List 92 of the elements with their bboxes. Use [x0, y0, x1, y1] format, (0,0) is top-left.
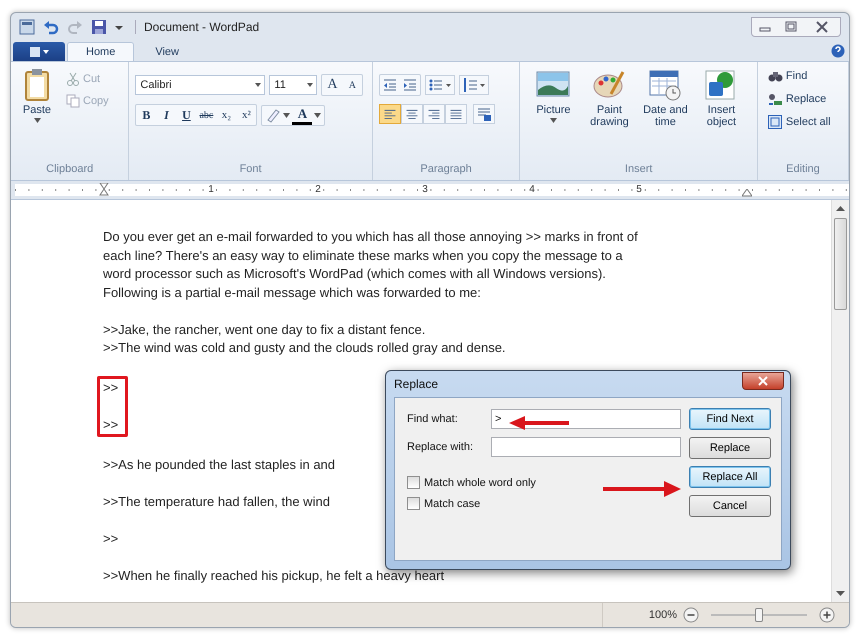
- input-field[interactable]: >: [491, 409, 681, 429]
- document-line: Following is a partial e-mail message which was forwarded to me:: [103, 284, 481, 302]
- document-line: >>Jake, the rancher, went one day to fix a distant fence.: [103, 320, 426, 339]
- ruler-number: 4: [529, 184, 535, 195]
- group-label: Editing: [785, 163, 821, 177]
- document-line: >>When he finally reached his pickup, he felt a heavy heart: [103, 566, 444, 585]
- superscript-button[interactable]: x²: [236, 105, 256, 125]
- document-line: word processor such as Microsoft's WordPad (which comes with all Windows versions).: [103, 265, 606, 283]
- document-line: >>: [103, 379, 118, 397]
- group-label: Insert: [624, 163, 654, 177]
- app-icon: [19, 19, 35, 35]
- scroll-thumb[interactable]: [834, 218, 847, 310]
- subscript-button[interactable]: x₂: [216, 105, 236, 125]
- underline-button[interactable]: U: [176, 105, 196, 125]
- paragraph-settings-icon[interactable]: [472, 104, 495, 124]
- ruler-number: 3: [422, 184, 428, 195]
- input-field[interactable]: [491, 437, 681, 457]
- scroll-up-icon[interactable]: [836, 204, 845, 212]
- document-line: >>: [103, 416, 118, 434]
- caret-icon[interactable]: [283, 112, 290, 118]
- help-icon[interactable]: [831, 44, 845, 58]
- clipboard-icon: [24, 68, 50, 102]
- undo-icon[interactable]: [43, 19, 59, 35]
- close-button[interactable]: [742, 372, 784, 390]
- insert-picture-button[interactable]: Picture: [526, 66, 580, 163]
- select-icon: [766, 114, 783, 130]
- highlighter-icon[interactable]: [265, 107, 282, 123]
- document-line: Do you ever get an e-mail forwarded to you which has all those annoying >> marks in front of: [103, 228, 638, 246]
- replace-icon: [766, 91, 783, 107]
- select-button[interactable]: Select all: [764, 112, 834, 132]
- group-label: Clipboard: [45, 163, 94, 177]
- checkbox-label: Match whole word only: [424, 476, 536, 488]
- zoom-level: 100%: [648, 609, 677, 621]
- zoom-in-icon[interactable]: [819, 607, 835, 623]
- pointer-arrow: [509, 415, 571, 431]
- align-justify-button[interactable]: [444, 104, 467, 124]
- align-center-button[interactable]: [400, 104, 423, 124]
- scrollbar[interactable]: [831, 200, 849, 602]
- shrink-font-button[interactable]: A: [342, 75, 362, 95]
- ruler-number: 5: [636, 184, 642, 195]
- replace-button[interactable]: Replace: [764, 89, 834, 109]
- insert-object-button[interactable]: Insert object: [694, 66, 748, 163]
- scissors-icon: [66, 72, 80, 86]
- bold-button[interactable]: B: [136, 105, 156, 125]
- line-spacing-icon[interactable]: [458, 75, 489, 95]
- caret-icon[interactable]: [314, 112, 322, 118]
- save-icon[interactable]: [91, 19, 107, 35]
- dialog-button[interactable]: Replace All: [689, 466, 771, 488]
- paste-button[interactable]: Paste: [17, 66, 57, 163]
- close-icon: [758, 376, 768, 386]
- document-icon: [28, 46, 50, 58]
- align-right-button[interactable]: [422, 104, 445, 124]
- dialog-title: Replace: [394, 377, 440, 391]
- caret-icon: [550, 118, 557, 123]
- zoom-out-icon[interactable]: [683, 607, 699, 623]
- align-left-button[interactable]: [378, 104, 401, 124]
- insert-date-button[interactable]: Date and time: [638, 66, 692, 163]
- find-button[interactable]: Find: [764, 66, 834, 86]
- document-line: >>The temperature had fallen, the wind: [103, 492, 330, 511]
- checkbox[interactable]: [407, 497, 420, 510]
- dialog-button[interactable]: Cancel: [689, 495, 771, 517]
- insert-paint-button[interactable]: Paint drawing: [582, 66, 636, 163]
- document-line: >>As he pounded the last staples in and: [103, 456, 336, 474]
- ribbon-tab[interactable]: View: [136, 42, 198, 61]
- window-title: Document - WordPad: [135, 20, 260, 34]
- italic-button[interactable]: I: [156, 105, 176, 125]
- ribbon-tab[interactable]: Home: [67, 42, 134, 61]
- document-line: >>The wind was cold and gusty and the clouds rolled gray and dense.: [103, 339, 506, 357]
- document-line: each line? There's an easy way to eliminate these marks when you copy the message to a: [103, 246, 623, 265]
- bullet-list-icon[interactable]: [424, 75, 455, 95]
- app-menu-button[interactable]: [13, 42, 65, 61]
- ruler-number: 2: [315, 184, 321, 195]
- ruler-number: 1: [208, 184, 214, 195]
- slider-thumb[interactable]: [755, 608, 763, 622]
- copy-icon: [66, 94, 80, 108]
- caret-icon[interactable]: [115, 23, 123, 31]
- date-icon: [647, 68, 684, 102]
- dialog-button[interactable]: Replace: [689, 437, 771, 459]
- field-label: Find what:: [407, 413, 459, 425]
- scroll-down-icon[interactable]: [836, 590, 845, 598]
- group-label: Paragraph: [419, 163, 473, 177]
- caret-icon: [34, 118, 40, 123]
- document-line: >>: [103, 530, 118, 548]
- font-size-dropdown[interactable]: 11: [269, 75, 318, 95]
- font-family-dropdown[interactable]: Calibri: [135, 75, 266, 95]
- strikethrough-button[interactable]: abc: [196, 105, 216, 125]
- checkbox-label: Match case: [424, 498, 480, 510]
- dialog-button[interactable]: Find Next: [689, 408, 771, 430]
- field-label: Replace with:: [407, 441, 474, 453]
- group-label: Font: [238, 163, 263, 177]
- checkbox[interactable]: [407, 476, 420, 489]
- grow-font-button[interactable]: A: [322, 75, 342, 95]
